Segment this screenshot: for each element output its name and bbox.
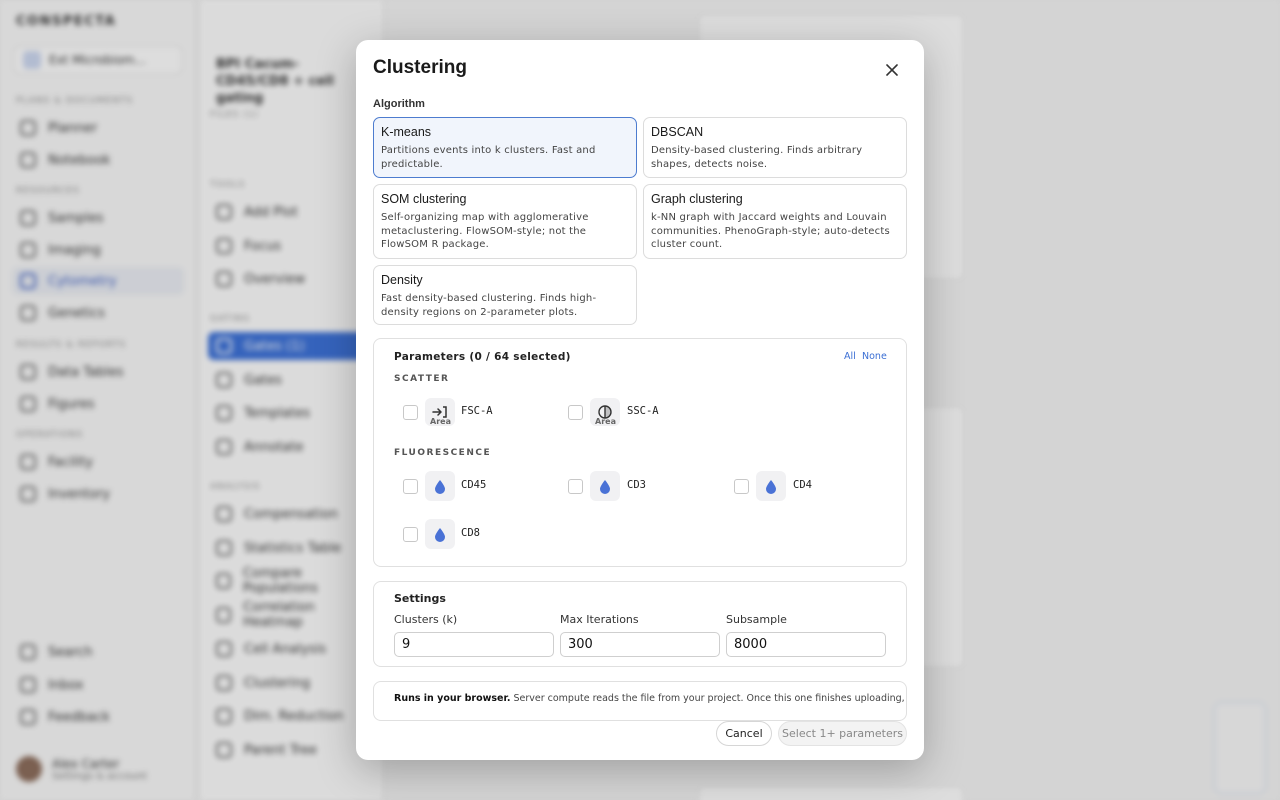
param-checkbox-cd8[interactable] xyxy=(403,527,418,542)
subsample-label: Subsample xyxy=(726,613,787,626)
compute-info-panel: Runs in your browser. Server compute rea… xyxy=(373,681,907,721)
param-subtype: Area xyxy=(595,417,616,426)
param-name: CD45 xyxy=(461,479,487,491)
cancel-button[interactable]: Cancel xyxy=(716,721,772,746)
algorithm-label: Algorithm xyxy=(373,98,425,110)
algorithm-name: K-means xyxy=(381,125,432,139)
parameters-header: Parameters (0 / 64 selected) xyxy=(394,351,571,363)
algorithm-description: Density-based clustering. Finds arbitrar… xyxy=(651,145,863,170)
close-icon xyxy=(886,64,898,76)
param-checkbox-cd4[interactable] xyxy=(734,479,749,494)
param-checkbox-fsc-a[interactable] xyxy=(403,405,418,420)
algorithm-description: Self-organizing map with agglomerative m… xyxy=(381,212,589,250)
dialog-title: Clustering xyxy=(373,57,467,78)
subsample-input[interactable] xyxy=(726,632,886,657)
param-subtype: Area xyxy=(430,417,451,426)
algorithm-name: SOM clustering xyxy=(381,192,467,206)
close-button[interactable] xyxy=(878,59,906,81)
param-icon-tile xyxy=(425,519,455,549)
clusters-input[interactable] xyxy=(394,632,554,657)
algorithm-name: Graph clustering xyxy=(651,192,743,206)
param-name: FSC-A xyxy=(461,405,493,417)
parameters-panel: Parameters (0 / 64 selected) All None SC… xyxy=(373,338,907,567)
max-iterations-input[interactable] xyxy=(560,632,720,657)
droplet-icon xyxy=(435,479,445,494)
droplet-icon xyxy=(600,479,610,494)
compute-note: Runs in your browser. Server compute rea… xyxy=(394,693,907,704)
droplet-icon xyxy=(766,479,776,494)
param-icon-tile xyxy=(756,471,786,501)
param-name: SSC-A xyxy=(627,405,659,417)
algorithm-description: k-NN graph with Jaccard weights and Louv… xyxy=(651,212,890,250)
run-clustering-button[interactable]: Select 1+ parameters xyxy=(778,721,907,746)
select-none-link[interactable]: None xyxy=(862,351,887,362)
param-checkbox-cd3[interactable] xyxy=(568,479,583,494)
algorithm-option-graph[interactable]: Graph clustering k-NN graph with Jaccard… xyxy=(643,184,907,259)
param-checkbox-ssc-a[interactable] xyxy=(568,405,583,420)
algorithm-description: Fast density-based clustering. Finds hig… xyxy=(381,293,597,318)
algorithm-option-dbscan[interactable]: DBSCAN Density-based clustering. Finds a… xyxy=(643,117,907,178)
param-name: CD4 xyxy=(793,479,812,491)
settings-header: Settings xyxy=(394,592,446,605)
compute-note-text: Server compute reads the file from your … xyxy=(513,693,907,704)
scatter-group-label: SCATTER xyxy=(394,374,450,384)
compute-note-bold: Runs in your browser. xyxy=(394,693,511,704)
clusters-label: Clusters (k) xyxy=(394,613,458,626)
clustering-dialog: Clustering Algorithm K-means Partitions … xyxy=(356,40,924,760)
param-icon-tile xyxy=(425,471,455,501)
algorithm-name: DBSCAN xyxy=(651,125,704,139)
algorithm-description: Partitions events into k clusters. Fast … xyxy=(381,145,596,170)
param-name: CD3 xyxy=(627,479,646,491)
param-name: CD8 xyxy=(461,527,480,539)
select-all-link[interactable]: All xyxy=(844,351,856,362)
algorithm-name: Density xyxy=(381,273,423,287)
param-checkbox-cd45[interactable] xyxy=(403,479,418,494)
fluorescence-group-label: FLUORESCENCE xyxy=(394,448,492,458)
param-icon-tile xyxy=(590,471,620,501)
algorithm-option-som[interactable]: SOM clustering Self-organizing map with … xyxy=(373,184,637,259)
algorithm-option-density[interactable]: Density Fast density-based clustering. F… xyxy=(373,265,637,325)
settings-panel: Settings Clusters (k) Max Iterations Sub… xyxy=(373,581,907,667)
droplet-icon xyxy=(435,527,445,542)
max-iterations-label: Max Iterations xyxy=(560,613,639,626)
algorithm-option-kmeans[interactable]: K-means Partitions events into k cluster… xyxy=(373,117,637,178)
